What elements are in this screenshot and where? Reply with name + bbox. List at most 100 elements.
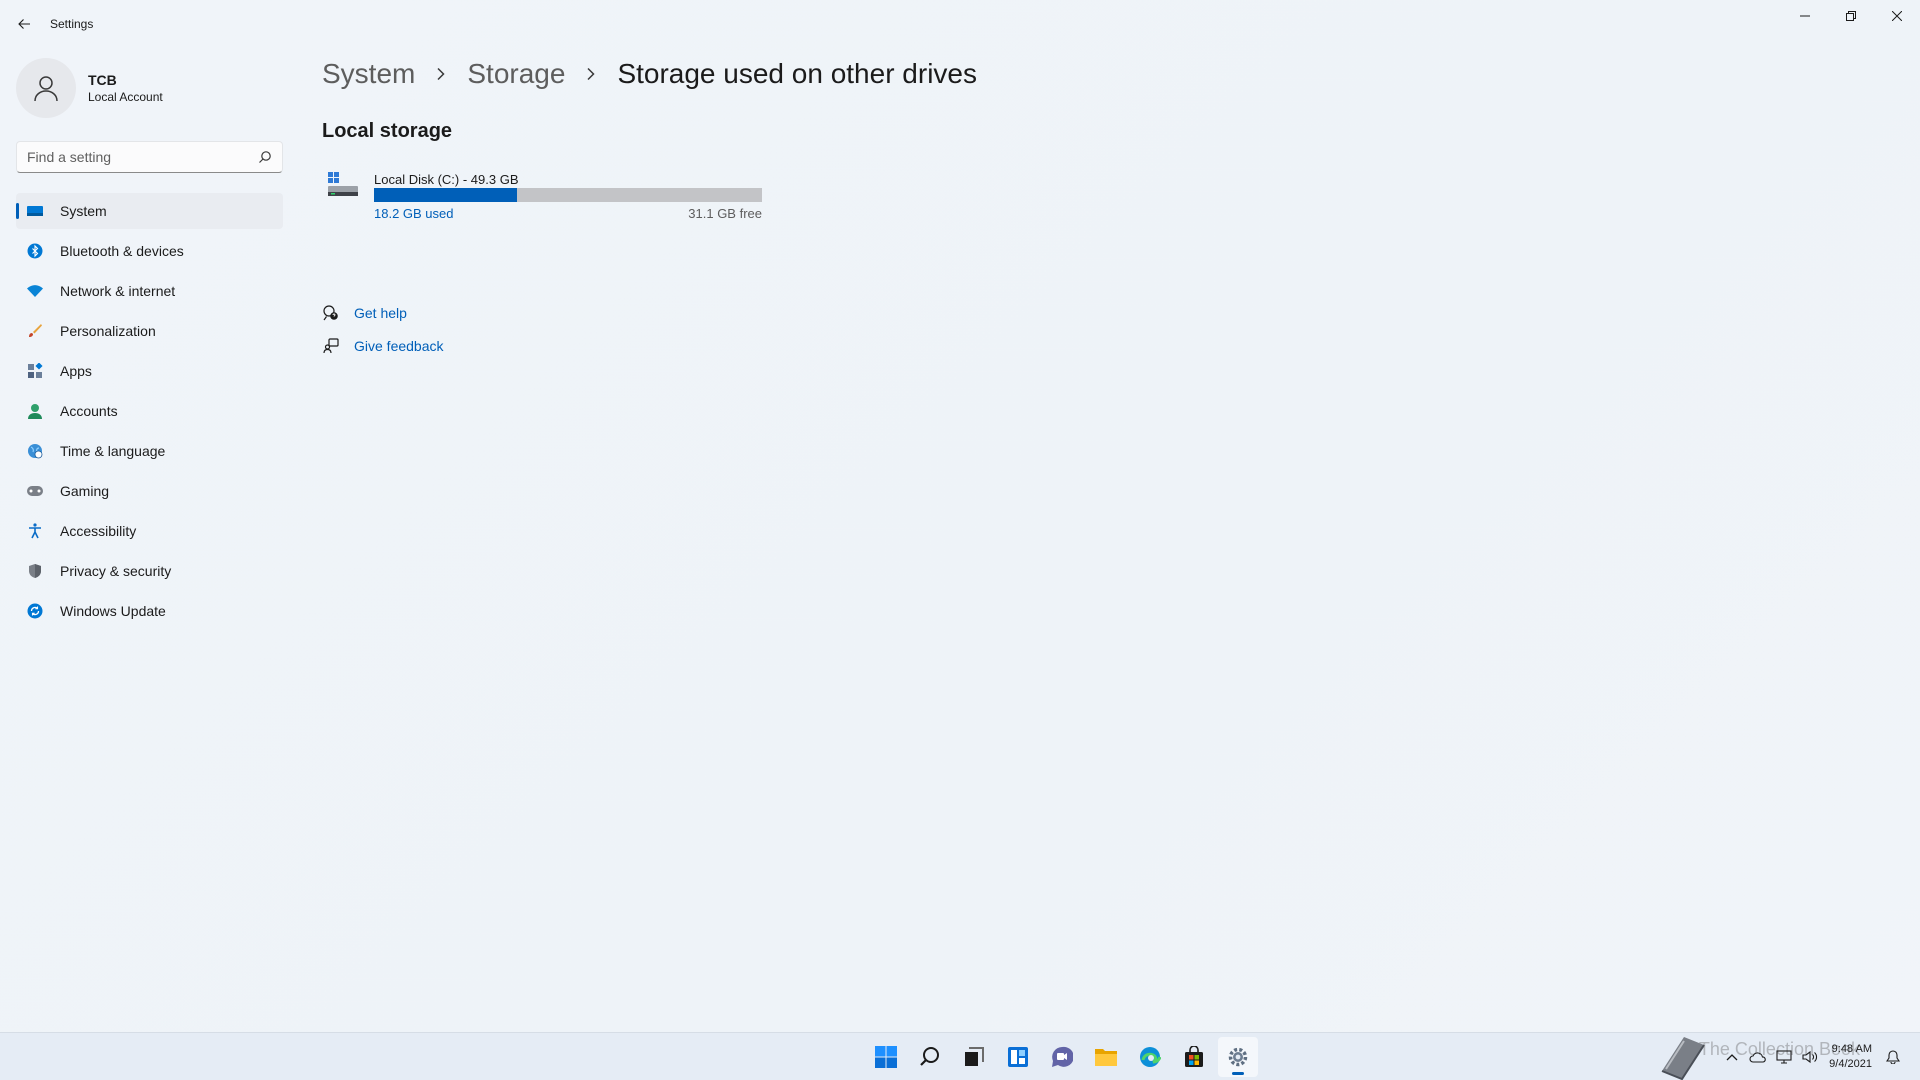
title-bar: Settings [0,0,1920,48]
sidebar-item-apps[interactable]: Apps [16,353,283,389]
start-icon [875,1046,897,1068]
window-controls [1782,0,1920,32]
profile-account-type: Local Account [88,90,163,104]
drive-usage-bar [374,188,762,202]
taskbar-clock[interactable]: 9:48 AM 9/4/2021 [1829,1042,1872,1072]
update-icon [26,602,44,620]
avatar [16,58,76,118]
search-icon[interactable] [258,150,272,164]
drive-icon [328,172,358,196]
clock-time: 9:48 AM [1831,1043,1872,1055]
drive-free-text: 31.1 GB free [688,206,762,221]
drive-item-c[interactable]: Local Disk (C:) - 49.3 GB 18.2 GB used 3… [328,172,768,232]
sidebar-item-label: Gaming [60,483,110,499]
store-icon [1185,1046,1203,1067]
sidebar-item-time-language[interactable]: Time & language [16,433,283,469]
edge-icon [1140,1047,1161,1067]
sidebar-item-accessibility[interactable]: Accessibility [16,513,283,549]
notification-icon[interactable] [1882,1046,1904,1068]
sidebar-item-network[interactable]: Network & internet [16,273,283,309]
taskbar: The Collection Book 9:48 AM 9/4/2021 [0,1032,1920,1080]
widgets-button[interactable] [998,1037,1038,1077]
task-view-icon [965,1047,984,1066]
give-feedback-link[interactable]: Give feedback [322,329,444,362]
restore-button[interactable] [1828,0,1874,32]
search-icon [920,1047,939,1066]
sidebar-item-windows-update[interactable]: Windows Update [16,593,283,629]
file-explorer-icon [1095,1049,1117,1066]
drive-used-text: 18.2 GB used [374,206,454,221]
app-title: Settings [50,17,94,31]
profile-name: TCB [88,72,117,88]
taskbar-search-button[interactable] [910,1037,950,1077]
file-explorer-button[interactable] [1086,1037,1126,1077]
clock-date: 9/4/2021 [1829,1058,1872,1070]
breadcrumb-storage[interactable]: Storage [467,58,565,90]
breadcrumb-system[interactable]: System [322,58,415,90]
apps-icon [26,362,44,380]
get-help-link[interactable]: Get help [322,296,444,329]
volume-icon[interactable] [1799,1046,1821,1068]
sidebar-item-bluetooth[interactable]: Bluetooth & devices [16,233,283,269]
wifi-icon [26,282,44,300]
search-box [16,141,283,173]
start-button[interactable] [866,1037,906,1077]
system-tray: 9:48 AM 9/4/2021 [1717,1033,1904,1080]
sidebar-item-privacy-security[interactable]: Privacy & security [16,553,283,589]
gamepad-icon [26,482,44,500]
edge-button[interactable] [1130,1037,1170,1077]
chat-icon [1052,1046,1073,1067]
get-help-label: Get help [354,304,407,321]
sidebar-nav: System Bluetooth & devices Network & int… [16,193,283,633]
sidebar-item-system[interactable]: System [16,193,283,229]
person-icon [26,402,44,420]
settings-taskbar-button[interactable] [1218,1037,1258,1077]
sidebar-item-label: Network & internet [60,283,176,299]
help-icon [322,304,340,322]
onedrive-icon[interactable] [1747,1046,1769,1068]
sidebar-item-personalization[interactable]: Personalization [16,313,283,349]
sidebar-item-label: Personalization [60,323,156,339]
sidebar-item-label: Bluetooth & devices [60,243,184,259]
drive-usage-bar-fill [374,188,518,202]
sidebar: TCB Local Account System Bluetooth & dev… [0,48,300,1028]
back-button[interactable] [12,12,36,36]
sidebar-item-label: Time & language [60,443,166,459]
chevron-right-icon [431,64,451,84]
shield-icon [26,562,44,580]
task-view-button[interactable] [954,1037,994,1077]
drive-name: Local Disk (C:) - 49.3 GB [374,172,519,187]
taskbar-pinned-apps [864,1033,1260,1080]
system-icon [26,202,44,220]
sidebar-item-label: Accounts [60,403,118,419]
help-links: Get help Give feedback [322,296,444,362]
sidebar-item-label: System [60,203,107,219]
minimize-button[interactable] [1782,0,1828,32]
store-button[interactable] [1174,1037,1214,1077]
chevron-up-icon[interactable] [1721,1046,1743,1068]
person-icon [34,76,58,102]
globe-clock-icon [26,442,44,460]
back-arrow-icon [18,19,30,29]
breadcrumb: System Storage Storage used on other dri… [322,58,977,90]
close-button[interactable] [1874,0,1920,32]
minimize-icon [1800,15,1810,17]
sidebar-item-label: Windows Update [60,603,166,619]
page-title: Storage used on other drives [617,58,977,89]
chevron-right-icon [581,64,601,84]
network-icon[interactable] [1773,1046,1795,1068]
sidebar-item-label: Apps [60,363,92,379]
sidebar-item-label: Privacy & security [60,563,172,579]
widgets-icon [1008,1047,1028,1067]
chat-button[interactable] [1042,1037,1082,1077]
restore-icon [1846,11,1856,21]
user-profile[interactable]: TCB Local Account [16,58,163,118]
sidebar-item-gaming[interactable]: Gaming [16,473,283,509]
give-feedback-label: Give feedback [354,337,444,354]
search-input[interactable] [17,142,247,172]
sidebar-item-accounts[interactable]: Accounts [16,393,283,429]
close-icon [1892,11,1902,21]
bluetooth-icon [26,242,44,260]
sidebar-item-label: Accessibility [60,523,137,539]
profile-text: TCB Local Account [88,72,163,104]
